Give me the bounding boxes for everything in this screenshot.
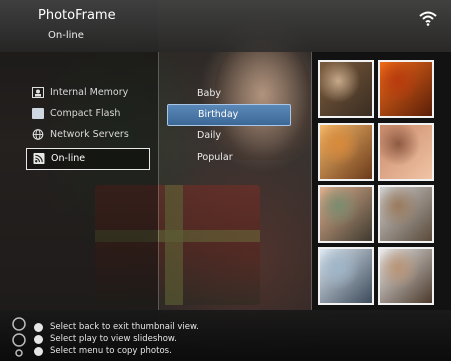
hint-text: Select back to exit thumbnail view. [50, 322, 199, 332]
category-label: Daily [197, 130, 222, 141]
photoframe-screen: PhotoFrame On-line Internal Memory Compa… [0, 0, 451, 361]
footer-hints: Select back to exit thumbnail view. Sele… [0, 310, 451, 361]
menu-item-label: Internal Memory [50, 87, 129, 98]
page-subtitle: On-line [48, 30, 84, 41]
card-icon [32, 108, 44, 119]
thumbnail-grid [312, 52, 451, 310]
thumbnail-3[interactable] [318, 123, 374, 181]
globe-icon [32, 129, 44, 140]
category-birthday[interactable]: Birthday [167, 104, 291, 126]
hint-text: Select menu to copy photos. [50, 346, 172, 356]
back-button-icon [34, 323, 43, 332]
menu-item-internal-memory[interactable]: Internal Memory [26, 84, 148, 102]
gift-ribbon [165, 185, 183, 305]
category-popular[interactable]: Popular [167, 148, 289, 168]
menu-item-label: Network Servers [50, 129, 129, 140]
hint-text: Select play to view slideshow. [50, 334, 177, 344]
category-daily[interactable]: Daily [167, 126, 289, 146]
thumbnail-5[interactable] [318, 185, 374, 243]
thumbnail-4[interactable] [378, 123, 434, 181]
menu-overlay [0, 0, 158, 361]
category-label: Baby [197, 88, 221, 99]
menu-item-label: Compact Flash [50, 108, 121, 119]
thumbnail-7[interactable] [318, 247, 374, 305]
thumbnail-1[interactable] [318, 60, 374, 118]
app-title: PhotoFrame [38, 8, 116, 23]
thumbnail-8[interactable] [378, 247, 434, 305]
remote-control-icon [12, 317, 26, 357]
menu-item-network-servers[interactable]: Network Servers [26, 126, 148, 144]
thumbnail-6[interactable] [378, 185, 434, 243]
menu-item-compact-flash[interactable]: Compact Flash [26, 105, 148, 123]
frame-icon [32, 87, 44, 98]
menu-button-icon [34, 347, 43, 356]
category-label: Birthday [198, 109, 239, 120]
menu-divider [158, 52, 159, 310]
menu-item-label: On-line [51, 153, 86, 164]
thumbnail-2[interactable] [378, 60, 434, 118]
play-button-icon [34, 335, 43, 344]
rss-icon [33, 153, 45, 164]
wifi-icon [419, 11, 437, 26]
menu-item-online[interactable]: On-line [26, 148, 150, 170]
header-bar: PhotoFrame On-line [0, 0, 451, 52]
category-baby[interactable]: Baby [167, 84, 289, 104]
category-label: Popular [197, 152, 233, 163]
